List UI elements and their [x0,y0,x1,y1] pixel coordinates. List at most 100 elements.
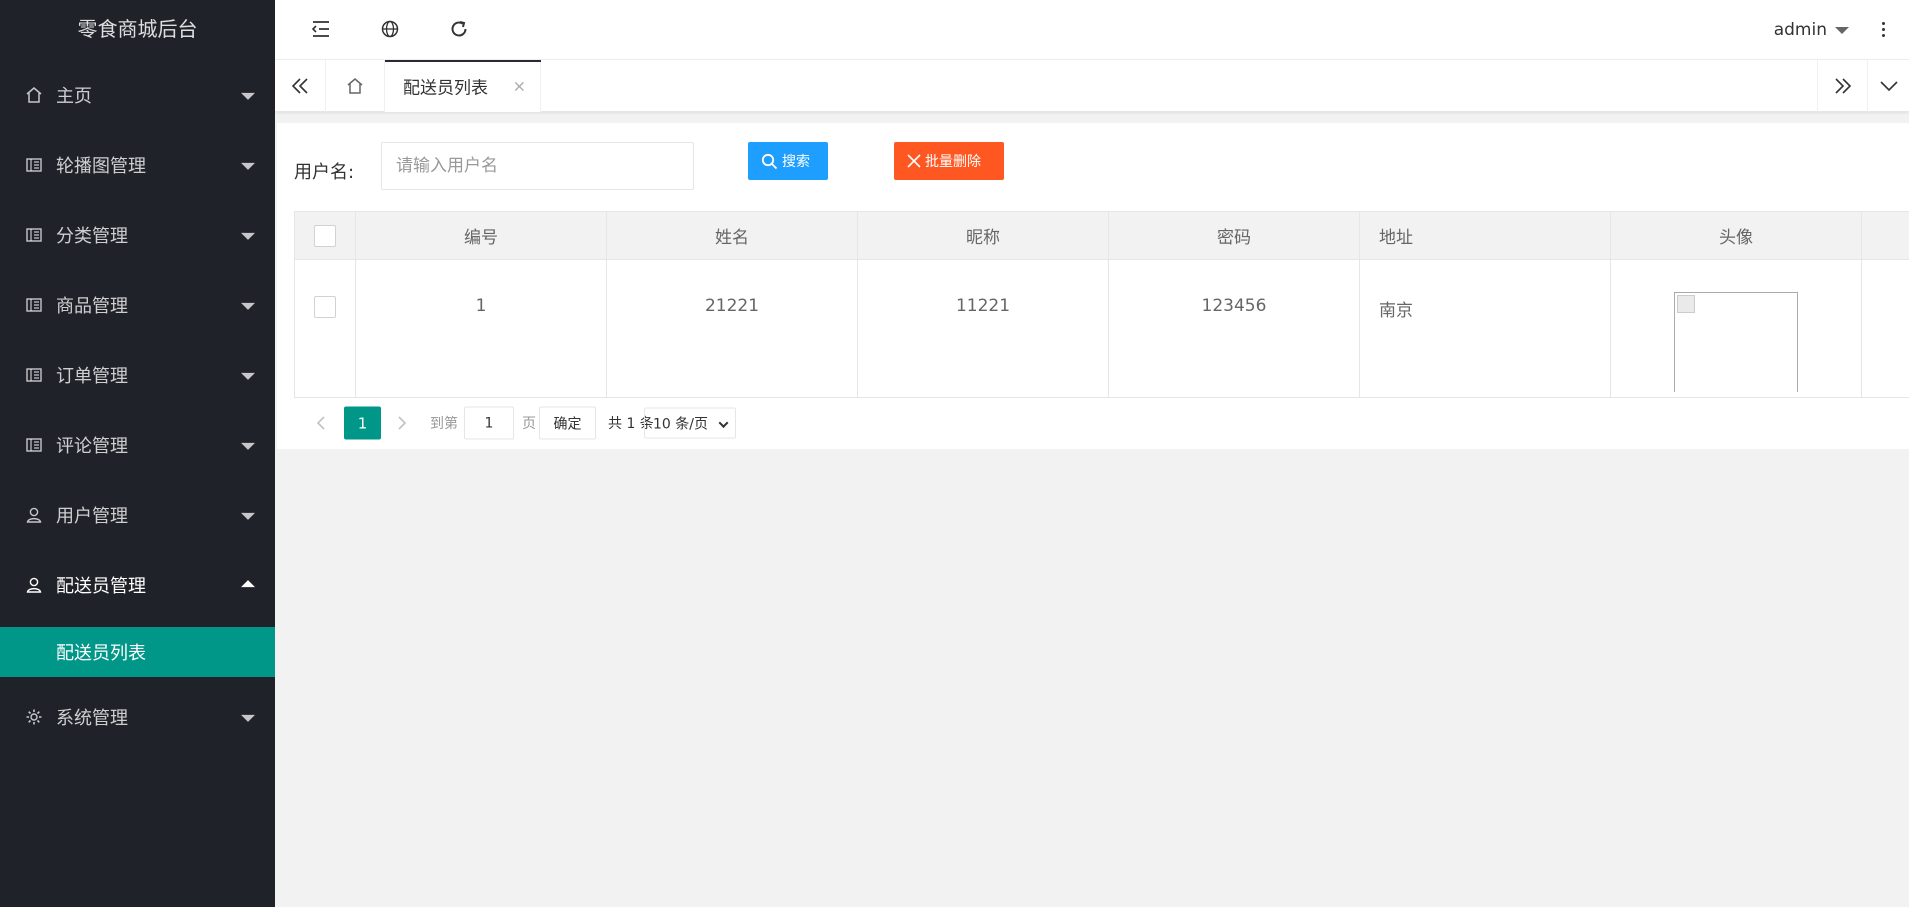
sidebar-item-comments[interactable]: 评论管理 [0,416,275,474]
column-header[interactable]: 昵称 [858,212,1109,259]
sidebar-item-system[interactable]: 系统管理 [0,688,275,746]
next-page-button[interactable] [392,413,412,433]
search-button[interactable]: 搜索 [748,142,828,180]
sidebar-item-label: 评论管理 [56,436,128,457]
tab-courier-list[interactable]: 配送员列表 × [385,60,541,112]
tab-home[interactable] [325,60,385,112]
caret-down-icon [241,442,255,450]
template-icon [26,298,42,312]
column-header[interactable]: 地址 [1360,212,1611,259]
template-icon [26,368,42,382]
sidebar-item-category[interactable]: 分类管理 [0,206,275,264]
double-chevron-right-icon [1834,78,1851,94]
sidebar-item-home[interactable]: 主页 [0,66,275,124]
sidebar-item-label: 用户管理 [56,506,128,527]
page-size-value: 10 条/页 [653,416,708,432]
more-dot [1881,33,1885,37]
sidebar-item-products[interactable]: 商品管理 [0,276,275,334]
row-checkbox[interactable] [314,296,336,318]
username-search-input[interactable] [381,142,694,190]
sidebar-item-label: 商品管理 [56,296,128,317]
template-icon [26,438,42,452]
caret-down-icon [241,162,255,170]
chevron-left-icon [316,416,325,430]
refresh-button[interactable] [444,14,474,44]
prev-page-button[interactable] [311,413,331,433]
confirm-page-button[interactable]: 确定 [539,406,596,440]
sidebar-subitem-courier-list[interactable]: 配送员列表 [0,627,275,677]
header-select-cell [295,212,356,259]
tabs-dropdown-button[interactable] [1867,60,1909,112]
user-menu[interactable]: admin [1774,0,1849,60]
sidebar-item-label: 系统管理 [56,708,128,729]
user-icon [26,507,42,523]
select-all-checkbox[interactable] [314,224,336,247]
cell-password: 123456 [1109,260,1360,397]
template-icon [26,228,42,242]
caret-down-icon [241,92,255,100]
caret-down-icon [241,714,255,722]
column-header[interactable]: 姓名 [607,212,858,259]
close-icon [907,154,921,168]
sidebar-item-label: 订单管理 [56,366,128,387]
template-icon [26,158,42,172]
goto-label: 到第 [430,416,458,432]
column-header[interactable]: 编号 [356,212,607,259]
column-header[interactable]: 头像 [1611,212,1862,259]
batch-delete-button[interactable]: 批量删除 [894,142,1004,180]
sidebar-item-orders[interactable]: 订单管理 [0,346,275,404]
row-select-cell [295,260,356,397]
website-button[interactable] [375,14,405,44]
caret-down-icon [241,302,255,310]
caret-down-icon [241,372,255,380]
double-chevron-left-icon [291,78,308,94]
tabs-scroll-right-button[interactable] [1817,60,1867,112]
current-page-button[interactable]: 1 [344,406,381,440]
sidebar-item-label: 主页 [56,86,92,107]
courier-table: 编号 姓名 昵称 密码 地址 头像 1 21221 11221 123456 南… [294,211,1909,398]
cell-id: 1 [356,260,607,397]
search-button-label: 搜索 [782,154,810,170]
sidebar-item-label: 分类管理 [56,226,128,247]
table-header: 编号 姓名 昵称 密码 地址 头像 [295,212,1909,260]
page-label: 页 [522,416,536,432]
pagination: 1 到第 页 确定 共 1 条 10 条/页 [294,398,1909,448]
globe-icon [381,20,399,38]
cell-name: 21221 [607,260,858,397]
more-dot [1881,27,1885,31]
search-icon [761,153,778,169]
chevron-right-icon [398,416,407,430]
refresh-icon [451,21,467,37]
more-dots-icon [1881,21,1885,25]
shrink-menu-button[interactable] [306,14,336,44]
chevron-down-icon [718,418,729,428]
sidebar-subitem-label: 配送员列表 [56,643,146,664]
close-icon[interactable]: × [513,77,526,96]
sidebar-item-carousel[interactable]: 轮播图管理 [0,136,275,194]
more-menu-button[interactable] [1873,14,1893,44]
tabs-scroll-left-button[interactable] [275,60,325,112]
page-size-select[interactable]: 10 条/页 [644,407,736,439]
cell-nickname: 11221 [858,260,1109,397]
cell-avatar [1611,260,1862,397]
caret-down-icon [241,232,255,240]
sidebar-item-couriers[interactable]: 配送员管理 [0,556,275,614]
avatar [1674,292,1798,392]
table-row: 1 21221 11221 123456 南京 [295,260,1909,398]
home-icon [347,78,363,94]
home-icon [26,87,42,103]
user-name: admin [1773,20,1827,40]
sidebar-item-label: 配送员管理 [56,576,146,597]
shrink-menu-icon [311,21,329,37]
gear-icon [26,709,42,725]
cell-address: 南京 [1360,260,1611,397]
sidebar: 零食商城后台 主页 轮播图管理 分类管理 商品管理 订单管理 评论管理 用户管理 [0,0,275,907]
user-icon [26,577,42,593]
chevron-down-icon [1879,81,1898,92]
column-header[interactable]: 密码 [1109,212,1360,259]
app-logo-title: 零食商城后台 [77,17,198,41]
sidebar-item-label: 轮播图管理 [56,156,146,177]
caret-down-icon [241,512,255,520]
goto-page-input[interactable] [464,406,514,440]
sidebar-item-users[interactable]: 用户管理 [0,486,275,544]
